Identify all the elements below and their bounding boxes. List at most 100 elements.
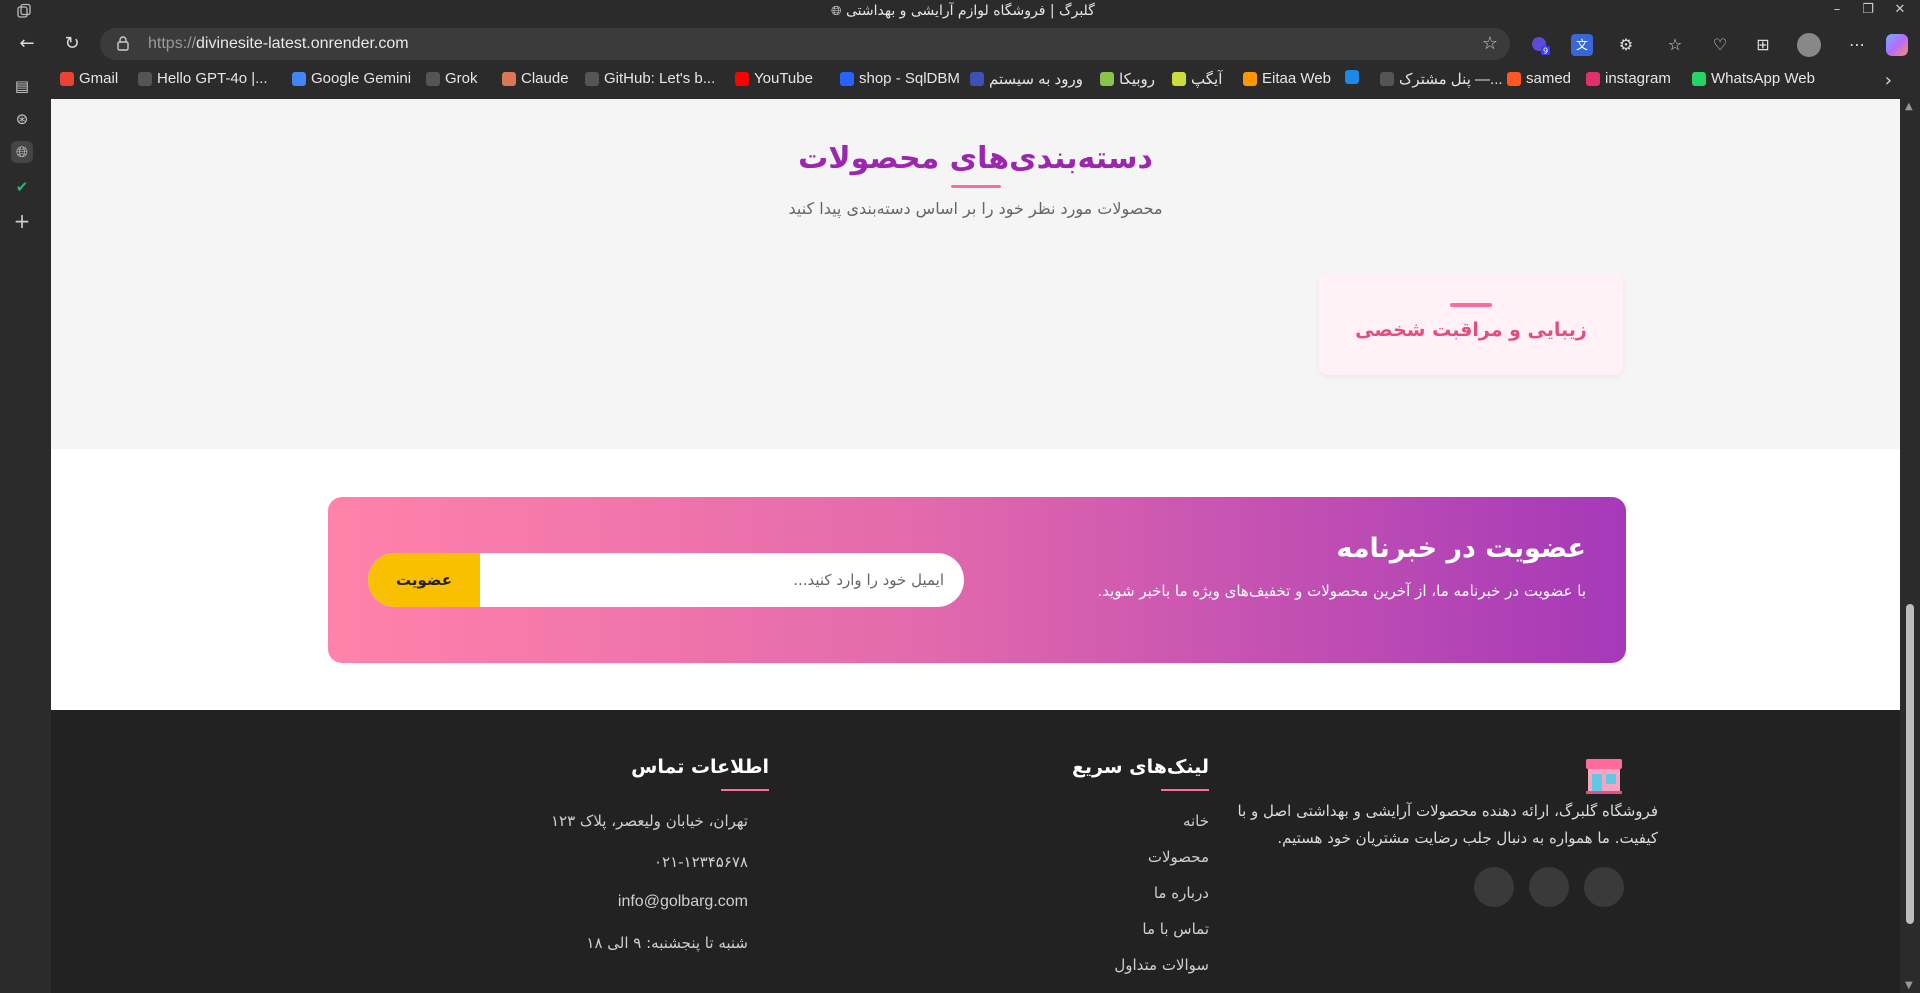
more-options-icon[interactable]: ⋯ [1846,34,1868,56]
footer-link-about[interactable]: درباره ما [1154,884,1209,902]
bookmark-label: روبیکا [1119,71,1156,88]
bookmarks-bar: Gmail Hello GPT-4o |... Google Gemini Grok C… [40,66,1920,96]
bookmark-label: Hello GPT-4o |... [157,70,268,87]
lock-icon[interactable] [116,35,130,51]
bookmark-item[interactable]: Eitaa Web [1243,70,1331,87]
newsletter-email-input[interactable] [480,553,964,607]
tab-actions-icon[interactable]: ▤ [11,75,33,97]
footer-link-faq[interactable]: سوالات متداول [1114,956,1209,974]
quick-links-underline [1161,789,1209,791]
bookmark-favicon-icon [138,71,152,86]
bookmark-item[interactable] [1345,70,1364,84]
bookmark-item[interactable]: Gmail [60,70,118,87]
bookmark-favicon-icon [970,72,984,86]
url-text[interactable]: https://divinesite-latest.onrender.com [148,35,409,53]
bookmark-label: Eitaa Web [1262,70,1331,87]
bookmark-item[interactable]: shop - SqlDBM [840,70,960,87]
refresh-icon[interactable]: ↻ [60,32,84,56]
bookmark-item[interactable]: ورود به سیستم [970,70,1083,88]
bookmark-favicon-icon [1507,71,1521,86]
favorites-icon[interactable]: ☆ [1664,34,1686,56]
current-tab-globe-icon[interactable]: 🌐︎ [11,141,33,163]
address-row: ← ↻ https://divinesite-latest.onrender.c… [0,24,1920,64]
bookmark-favicon-icon [60,71,74,86]
bookmark-favicon-icon [735,71,749,86]
bookmark-label: instagram [1605,70,1671,87]
scrollbar-thumb[interactable] [1906,604,1914,924]
bookmark-favicon-icon [426,71,440,86]
profile-avatar-icon[interactable] [1797,33,1821,57]
extension-badge-icon[interactable]: 9 [1529,34,1551,56]
window-titlebar: گلبرگ | فروشگاه لوازم آرایشی و بهداشتی 🌐… [0,0,1920,24]
social-icon-2[interactable] [1529,867,1569,907]
bookmark-item[interactable]: Google Gemini [292,70,411,87]
address-bar[interactable]: https://divinesite-latest.onrender.com ☆ [100,28,1510,60]
window-title-text: گلبرگ | فروشگاه لوازم آرایشی و بهداشتی [846,3,1095,19]
extensions-puzzle-icon[interactable]: ⚙︎ [1615,34,1637,56]
bookmark-item[interactable]: Hello GPT-4o |... [138,70,268,87]
translate-icon[interactable]: 文 [1571,34,1593,56]
bookmark-label: پنل مشترک —... [1399,71,1503,88]
bookmark-label: Claude [521,70,569,87]
close-icon[interactable]: ✕ [1890,2,1910,17]
performance-heart-icon[interactable]: ♡ [1709,34,1731,56]
bookmark-label: YouTube [754,70,813,87]
social-icon-1[interactable] [1584,867,1624,907]
bookmark-label: shop - SqlDBM [859,70,960,87]
browser-sidebar: ▤ ⊛ 🌐︎ ✔ + [0,66,44,993]
bookmark-item[interactable]: instagram [1586,70,1671,87]
bookmark-item[interactable]: Grok [426,70,478,87]
shield-check-icon[interactable]: ✔ [11,176,33,198]
bookmark-item[interactable]: YouTube [735,70,813,87]
footer-link-products[interactable]: محصولات [1148,848,1209,866]
minimize-icon[interactable]: – [1827,2,1847,17]
bookmark-item[interactable]: روبیکا [1100,70,1155,88]
contact-info-underline [721,789,769,791]
categories-section: دسته‌بندی‌های محصولات محصولات مورد نظر خ… [51,99,1900,449]
bookmark-item[interactable]: WhatsApp Web [1692,70,1815,87]
contact-address: تهران، خیابان ولیعصر، پلاک ۱۲۳ [550,812,748,830]
footer-link-home[interactable]: خانه [1183,812,1209,830]
bookmark-item[interactable]: samed [1507,70,1571,87]
bookmark-label: Gmail [79,70,119,87]
url-scheme: https:// [148,35,197,52]
bookmark-favicon-icon [840,71,854,86]
category-card-label: زیبایی و مراقبت شخصی [1355,319,1587,341]
bookmark-label: Grok [445,70,478,87]
chatgpt-tab-icon[interactable]: ⊛ [11,108,33,130]
svg-text:9: 9 [1543,47,1548,56]
footer-link-contact[interactable]: تماس با ما [1142,920,1209,938]
globe-icon: 🌐︎ [831,4,842,19]
scroll-up-arrow-icon[interactable]: ▲ [1905,101,1913,112]
bookmark-favicon-icon [1380,72,1394,86]
window-title: گلبرگ | فروشگاه لوازم آرایشی و بهداشتی 🌐… [0,3,1920,19]
new-tab-plus-icon[interactable]: + [11,210,33,232]
bookmark-favicon-icon [292,71,306,86]
social-icon-3[interactable] [1474,867,1514,907]
back-icon[interactable]: ← [15,32,39,56]
favorite-star-icon[interactable]: ☆ [1482,33,1498,54]
bookmark-item[interactable]: پنل مشترک —... [1380,70,1503,88]
category-card[interactable]: زیبایی و مراقبت شخصی [1319,273,1623,375]
bookmark-label: Google Gemini [311,70,412,87]
bookmark-label: GitHub: Let's b... [604,70,716,87]
url-host: divinesite-latest.onrender.com [196,35,409,52]
screenshot-icon[interactable]: ⊞ [1752,34,1774,56]
bookmark-item[interactable]: GitHub: Let's b... [585,70,715,87]
bookmark-favicon-icon [1172,72,1186,86]
bookmark-item[interactable]: آیگپ [1172,70,1222,88]
copilot-icon[interactable] [1886,34,1908,56]
quick-links-title: لینک‌های سریع [1071,756,1209,778]
contact-email[interactable]: info@golbarg.com [618,893,748,911]
bookmark-favicon-icon [1586,71,1600,86]
page-scrollbar[interactable]: ▲ ▼ [1900,99,1920,993]
contact-hours: شنبه تا پنجشنبه: ۹ الی ۱۸ [586,934,748,952]
bookmarks-overflow-chevron-icon[interactable]: › [1885,70,1892,91]
newsletter-description: با عضویت در خبرنامه ما، از آخرین محصولات… [1097,582,1586,600]
bookmark-favicon-icon [502,71,516,86]
newsletter-form: عضویت [368,553,964,607]
bookmark-item[interactable]: Claude [502,70,569,87]
scroll-down-arrow-icon[interactable]: ▼ [1905,980,1913,991]
maximize-icon[interactable]: ❐ [1858,2,1878,17]
subscribe-button[interactable]: عضویت [368,553,480,607]
